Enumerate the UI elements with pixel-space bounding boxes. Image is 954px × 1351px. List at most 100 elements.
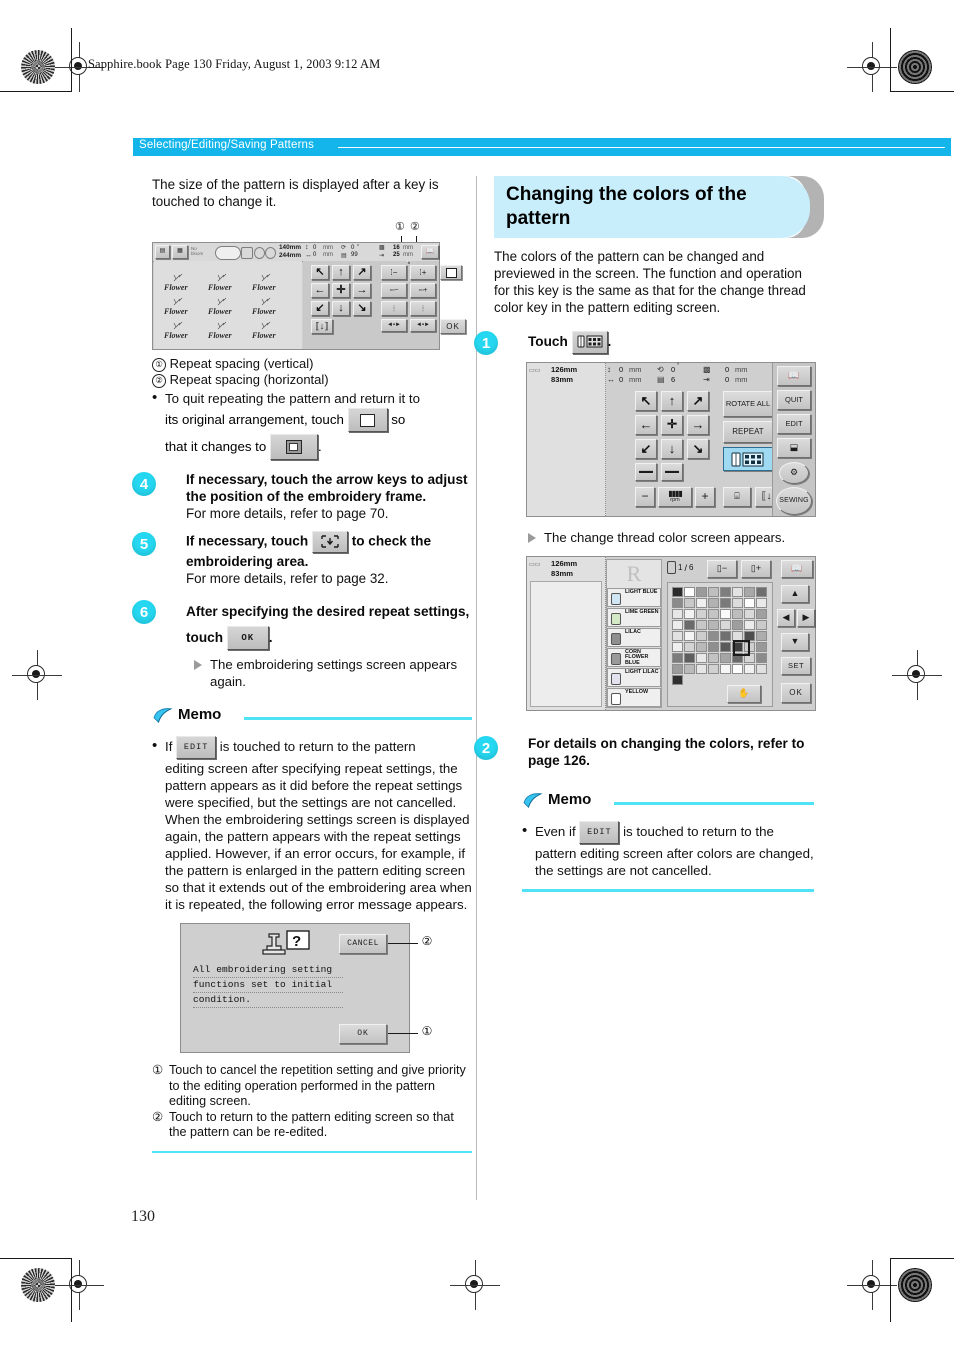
palette-swatch[interactable] — [684, 620, 695, 630]
thread-row[interactable]: LIGHT BLUE — [607, 588, 661, 607]
lcd2-move-up-button[interactable]: ↑ — [661, 391, 683, 411]
move-up-button[interactable]: ↑ — [332, 265, 350, 280]
ok-key[interactable]: OK — [226, 626, 269, 651]
lcd-thread-color-screen[interactable]: ▭▭ 126mm 83mm R LIGHT BLUE LIME GREEN LI… — [526, 556, 816, 711]
move-up-right-button[interactable]: ↗ — [353, 265, 371, 280]
trial-area-key[interactable] — [311, 531, 348, 553]
palette-swatch[interactable] — [708, 642, 719, 652]
spacing-vertical-button[interactable]: ⦙ — [381, 301, 407, 316]
lcd2-move-down-left-button[interactable]: ↙ — [635, 439, 657, 459]
palette-swatch[interactable] — [696, 664, 707, 674]
palette-swatch[interactable] — [756, 598, 767, 608]
error-dialog-cancel-button[interactable]: CANCEL — [339, 934, 387, 954]
hoop-button[interactable]: ⬓ — [777, 438, 811, 458]
palette-swatch[interactable] — [684, 631, 695, 641]
edit-key[interactable]: EDIT — [176, 735, 217, 759]
lcd2-move-down-button[interactable]: ↓ — [661, 439, 683, 459]
palette-scroll-up-button[interactable]: ▲ — [781, 585, 809, 603]
palette-swatch[interactable] — [672, 631, 683, 641]
move-left-button[interactable]: ← — [311, 283, 329, 298]
thread-row[interactable]: YELLOW — [607, 688, 661, 707]
palette-scroll-right-button[interactable]: ▶ — [797, 609, 815, 627]
manual-help-button[interactable]: 📖 — [777, 366, 811, 386]
speed-plus-button[interactable]: + — [695, 487, 715, 507]
sewing-button[interactable]: SEWING — [776, 487, 812, 515]
palette-swatch[interactable] — [684, 598, 695, 608]
thread-row[interactable]: LIGHT LILAC — [607, 668, 661, 687]
palette-swatch[interactable] — [672, 664, 683, 674]
palette-swatch[interactable] — [744, 664, 755, 674]
lcd2-thread-mark-button-2[interactable]: ▬▬ — [661, 463, 683, 481]
change-thread-color-key[interactable] — [571, 330, 608, 354]
palette-swatch[interactable] — [744, 609, 755, 619]
palette-swatch[interactable] — [684, 587, 695, 597]
move-up-left-button[interactable]: ↖ — [311, 265, 329, 280]
palette-swatch[interactable] — [696, 587, 707, 597]
menu-icon[interactable]: ▤ — [155, 245, 170, 259]
repeat-button[interactable]: REPEAT — [723, 421, 773, 443]
palette-swatch[interactable] — [720, 620, 731, 630]
palette-swatch[interactable] — [696, 631, 707, 641]
square-outline-key[interactable] — [440, 265, 462, 280]
thread-color-list[interactable]: R LIGHT BLUE LIME GREEN LILAC CORN FLOWE… — [606, 559, 662, 708]
palette-swatch[interactable] — [708, 587, 719, 597]
palette-swatch[interactable] — [732, 587, 743, 597]
lcd2-thread-mark-button-1[interactable]: ▬▬ — [635, 463, 657, 481]
palette-swatch[interactable] — [684, 664, 695, 674]
repeat-vertical-plus-button[interactable]: ⁞+ — [410, 265, 436, 280]
move-center-button[interactable]: ✛ — [332, 283, 350, 298]
palette-swatch[interactable] — [744, 598, 755, 608]
palette-swatch[interactable] — [720, 642, 731, 652]
palette-swatch[interactable] — [720, 587, 731, 597]
palette-swatch[interactable] — [756, 609, 767, 619]
palette-swatch[interactable] — [672, 598, 683, 608]
ok-button[interactable]: OK — [440, 319, 466, 334]
lcd2-move-up-right-button[interactable]: ↗ — [687, 391, 709, 411]
repeat-on-key[interactable] — [269, 434, 318, 461]
palette-swatch[interactable] — [708, 631, 719, 641]
palette-swatch[interactable] — [696, 642, 707, 652]
lcd-embroidering-settings-screen[interactable]: ▭▭ 126mm 83mm ↕ ↔ 0 mm 0 mm ⟲ ▤ 0 ° 6 ▩ … — [526, 362, 816, 517]
palette-swatch[interactable] — [672, 609, 683, 619]
pattern-icon[interactable]: ▦ — [172, 245, 188, 259]
lcd3-manual-help-button[interactable]: 📖 — [781, 560, 813, 578]
lcd2-move-center-button[interactable]: ✛ — [661, 415, 683, 435]
move-down-button[interactable]: ↓ — [332, 301, 350, 316]
spacing-vertical-button-2[interactable]: ⦙ — [410, 301, 436, 316]
palette-swatch[interactable] — [684, 653, 695, 663]
palette-swatch[interactable] — [708, 598, 719, 608]
thread-row[interactable]: LIME GREEN — [607, 608, 661, 627]
spacing-horizontal-button-2[interactable]: ◄▪► — [410, 319, 436, 332]
move-down-left-button[interactable]: ↙ — [311, 301, 329, 316]
palette-swatch[interactable] — [708, 609, 719, 619]
palette-swatch[interactable] — [756, 642, 767, 652]
palette-swatch[interactable] — [756, 664, 767, 674]
palette-swatch[interactable] — [756, 620, 767, 630]
palette-swatch[interactable] — [756, 653, 767, 663]
palette-swatch[interactable] — [720, 609, 731, 619]
palette-swatch[interactable] — [696, 620, 707, 630]
trial-area-button[interactable]: ⟦↓⟧ — [311, 319, 333, 334]
palette-swatch[interactable] — [756, 631, 767, 641]
presser-foot-button[interactable]: ⚙ — [779, 462, 809, 484]
palette-swatch[interactable] — [720, 664, 731, 674]
palette-swatch[interactable] — [708, 664, 719, 674]
speed-minus-button[interactable]: − — [635, 487, 655, 507]
lcd2-move-right-button[interactable]: → — [687, 415, 709, 435]
palette-swatch[interactable] — [732, 620, 743, 630]
repeat-vertical-minus-button[interactable]: ⁞− — [381, 265, 407, 280]
set-button[interactable]: SET — [781, 657, 811, 675]
palette-swatch[interactable] — [732, 598, 743, 608]
palette-swatch[interactable] — [672, 587, 683, 597]
thread-next-button[interactable]: ▯+ — [741, 560, 771, 578]
repeat-horizontal-plus-button[interactable]: ▫▫+ — [410, 283, 436, 298]
palette-swatch[interactable] — [672, 620, 683, 630]
lcd2-move-left-button[interactable]: ← — [635, 415, 657, 435]
spacing-horizontal-button[interactable]: ◄▪► — [381, 319, 407, 332]
change-thread-color-button[interactable] — [723, 447, 773, 471]
error-dialog[interactable]: ? All embroidering setting functions set… — [180, 923, 410, 1053]
palette-swatch[interactable] — [732, 664, 743, 674]
manual-select-button[interactable]: ✋ — [727, 685, 761, 703]
palette-swatch[interactable] — [720, 631, 731, 641]
palette-swatch[interactable] — [672, 675, 683, 685]
